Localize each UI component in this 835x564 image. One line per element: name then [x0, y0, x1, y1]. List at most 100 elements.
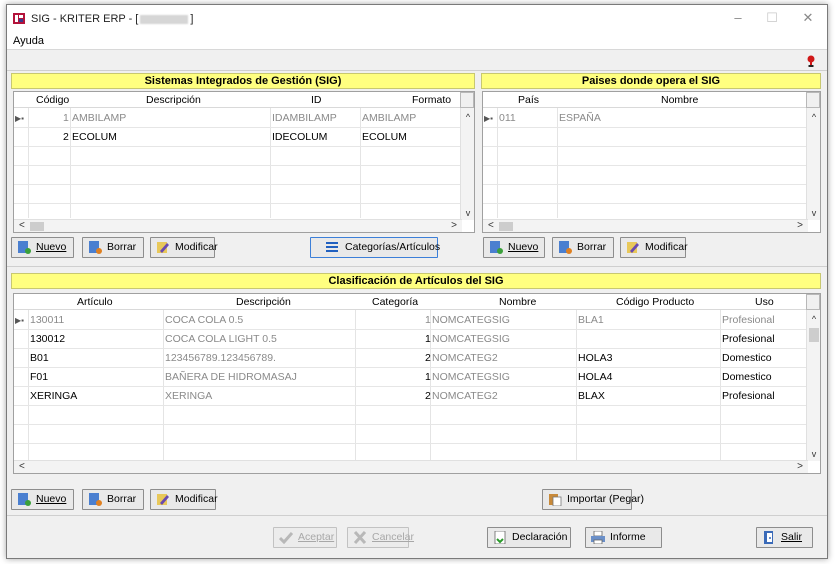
scroll-thumb[interactable]	[809, 328, 819, 342]
articles-horizontal-scrollbar[interactable]: < >	[14, 460, 808, 473]
col-categoria[interactable]: Categoría	[372, 296, 418, 308]
countries-delete-button[interactable]: Borrar	[552, 237, 614, 258]
sig-delete-button[interactable]: Borrar	[82, 237, 144, 258]
col-nombre[interactable]: Nombre	[661, 94, 698, 106]
col-uso[interactable]: Uso	[755, 296, 774, 308]
col-pais[interactable]: País	[518, 94, 539, 106]
scroll-right-icon[interactable]: >	[797, 220, 803, 231]
new-document-icon	[18, 493, 31, 506]
sig-code: 1	[63, 112, 69, 124]
table-row[interactable]	[483, 166, 808, 185]
report-button[interactable]: Informe	[585, 527, 662, 548]
article-code: XERINGA	[30, 390, 78, 402]
table-row[interactable]: ▶▪ 011 ESPAÑA	[483, 109, 808, 128]
declaration-button[interactable]: Declaración	[487, 527, 571, 548]
articles-panel: Clasificación de Artículos del SIG Artíc…	[11, 273, 821, 485]
countries-new-label: Nuevo	[508, 241, 539, 253]
table-row[interactable]	[14, 185, 462, 204]
sig-new-button[interactable]: Nuevo	[11, 237, 74, 258]
cancel-button[interactable]: Cancelar	[347, 527, 414, 548]
scroll-down-icon[interactable]: v	[807, 449, 820, 459]
table-row[interactable]: 130012 COCA COLA LIGHT 0.5 1 NOMCATEGSIG…	[14, 330, 808, 349]
article-product-code: HOLA4	[578, 371, 613, 383]
maximize-button[interactable]: ☐	[759, 9, 785, 27]
sig-horizontal-scrollbar[interactable]: < >	[14, 219, 462, 232]
col-nombre[interactable]: Nombre	[499, 296, 536, 308]
help-icon[interactable]	[805, 55, 817, 67]
scroll-up-icon[interactable]: ^	[807, 314, 820, 324]
col-descripcion[interactable]: Descripción	[236, 296, 291, 308]
list-icon	[326, 242, 338, 252]
menu-bar: Ayuda	[7, 32, 827, 50]
minimize-button[interactable]: –	[725, 9, 751, 27]
scroll-up-icon[interactable]: ^	[807, 112, 820, 122]
sig-modify-button[interactable]: Modificar	[150, 237, 218, 258]
check-icon	[279, 532, 293, 544]
col-codigo-producto[interactable]: Código Producto	[616, 296, 694, 308]
table-row[interactable]	[14, 425, 808, 444]
exit-button[interactable]: Salir	[756, 527, 813, 548]
exit-door-icon	[764, 531, 773, 544]
table-row[interactable]	[483, 128, 808, 147]
scroll-left-icon[interactable]: <	[19, 461, 25, 472]
scroll-right-icon[interactable]: >	[451, 220, 457, 231]
table-row[interactable]	[14, 147, 462, 166]
articles-vertical-scrollbar[interactable]: ^ v	[806, 310, 820, 461]
redacted-company	[140, 14, 189, 24]
table-row[interactable]	[14, 406, 808, 425]
col-codigo[interactable]: Código	[36, 94, 69, 106]
table-row[interactable]: ▶▪ 130011 COCA COLA 0.5 1 NOMCATEGSIG BL…	[14, 311, 808, 330]
articles-grid[interactable]: Artículo Descripción Categoría Nombre Có…	[13, 293, 821, 474]
scroll-left-icon[interactable]: <	[19, 220, 25, 231]
scroll-left-icon[interactable]: <	[488, 220, 494, 231]
articles-modify-button[interactable]: Modificar	[150, 489, 218, 510]
scroll-right-icon[interactable]: >	[797, 461, 803, 472]
scroll-thumb[interactable]	[30, 222, 44, 231]
countries-grid[interactable]: País Nombre ▶▪ 011 ESPAÑA ^ v < >	[482, 91, 821, 233]
import-paste-button[interactable]: Importar (Pegar)	[542, 489, 644, 510]
country-code: 011	[499, 112, 516, 124]
sig-panel-title: Sistemas Integrados de Gestión (SIG)	[11, 73, 475, 89]
article-description: COCA COLA LIGHT 0.5	[165, 333, 277, 345]
table-row[interactable]: XERINGA XERINGA 2 NOMCATEG2 BLAX Profesi…	[14, 387, 808, 406]
article-category-name: NOMCATEG2	[432, 390, 498, 402]
menu-help[interactable]: Ayuda	[13, 35, 44, 47]
articles-delete-button[interactable]: Borrar	[82, 489, 144, 510]
window-title: SIG - KRITER ERP - []	[31, 13, 193, 25]
article-category: 2	[425, 352, 431, 364]
table-row[interactable]	[483, 147, 808, 166]
table-row[interactable]: F01 BAÑERA DE HIDROMASAJ 1 NOMCATEGSIG H…	[14, 368, 808, 387]
table-row[interactable]	[483, 185, 808, 204]
divider	[7, 515, 827, 516]
table-row[interactable]	[14, 166, 462, 185]
countries-horizontal-scrollbar[interactable]: < >	[483, 219, 808, 232]
scroll-up-icon[interactable]: ^	[461, 112, 474, 122]
sig-description: AMBILAMP	[72, 112, 127, 124]
accept-button[interactable]: Aceptar	[273, 527, 337, 548]
grid-corner	[806, 294, 820, 310]
col-articulo[interactable]: Artículo	[77, 296, 113, 308]
articles-new-button[interactable]: Nuevo	[11, 489, 74, 510]
col-formato[interactable]: Formato	[412, 94, 451, 106]
article-category: 1	[425, 371, 431, 383]
countries-panel-title: Paises donde opera el SIG	[481, 73, 821, 89]
article-category: 1	[425, 314, 431, 326]
col-id[interactable]: ID	[311, 94, 322, 106]
document-arrow-icon	[494, 531, 506, 544]
countries-new-button[interactable]: Nuevo	[483, 237, 545, 258]
categories-articles-button[interactable]: Categorías/Artículos	[310, 237, 440, 258]
close-button[interactable]: ✕	[795, 9, 821, 27]
scroll-down-icon[interactable]: v	[461, 208, 474, 218]
scroll-down-icon[interactable]: v	[807, 208, 820, 218]
table-row[interactable]: 2 ECOLUM IDECOLUM ECOLUM	[14, 128, 462, 147]
countries-modify-button[interactable]: Modificar	[620, 237, 688, 258]
title-bar: SIG - KRITER ERP - [] – ☐ ✕	[7, 5, 827, 32]
printer-icon	[591, 531, 605, 544]
scroll-thumb[interactable]	[499, 222, 513, 231]
table-row[interactable]: ▶▪ 1 AMBILAMP IDAMBILAMP AMBILAMP	[14, 109, 462, 128]
sig-vertical-scrollbar[interactable]: ^ v	[460, 108, 474, 220]
col-descripcion[interactable]: Descripción	[146, 94, 201, 106]
sig-grid[interactable]: Código Descripción ID Formato ▶▪ 1 AMBIL…	[13, 91, 475, 233]
table-row[interactable]: B01 123456789.123456789. 2 NOMCATEG2 HOL…	[14, 349, 808, 368]
countries-vertical-scrollbar[interactable]: ^ v	[806, 108, 820, 220]
